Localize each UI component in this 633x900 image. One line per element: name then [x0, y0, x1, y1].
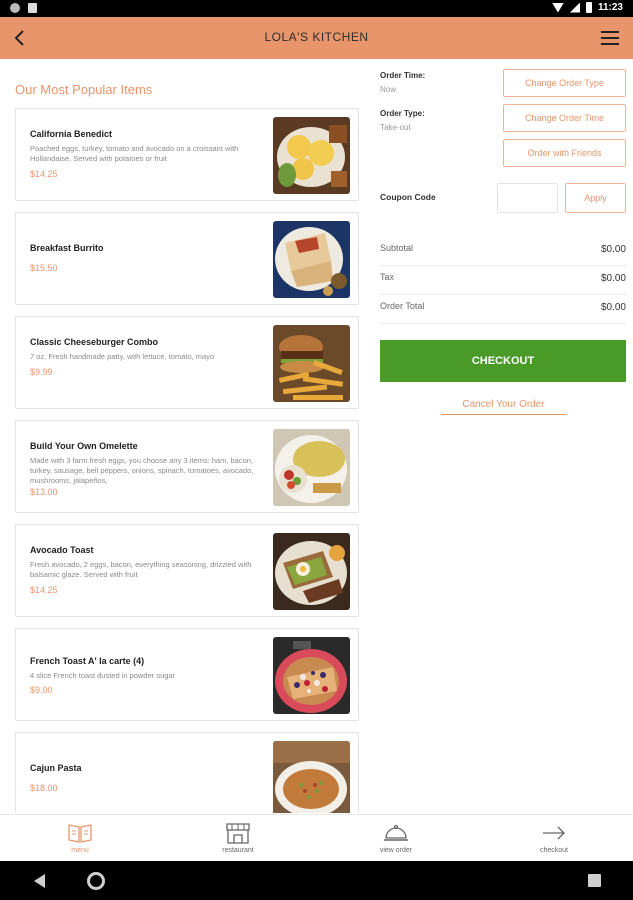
item-price: $13.00	[30, 487, 58, 497]
order-with-friends-button[interactable]: Order with Friends	[503, 139, 626, 167]
sd-card-icon	[28, 3, 37, 13]
cancel-order-link[interactable]: Cancel Your Order	[441, 399, 566, 415]
status-time: 11:23	[597, 2, 623, 13]
app-bar: LOLA'S KITCHEN	[0, 17, 633, 59]
subtotal-label: Subtotal	[380, 243, 414, 253]
menu-item-list[interactable]: California Benedict Poached eggs, turkey…	[15, 108, 359, 813]
storefront-icon	[226, 823, 250, 844]
arrow-right-icon	[543, 826, 565, 840]
coupon-code-input[interactable]	[497, 183, 558, 213]
nav-view-order[interactable]: view order	[351, 815, 441, 862]
wifi-icon	[551, 2, 564, 13]
order-total-row: Order Total $0.00	[380, 295, 626, 324]
system-navigation-bar	[0, 861, 633, 900]
menu-item-cajun-pasta[interactable]: Cajun Pasta $18.00	[15, 732, 359, 813]
nav-label: restaurant	[222, 847, 254, 854]
order-type-label: Order Type:	[380, 109, 425, 118]
benedict-photo	[273, 117, 350, 194]
nav-label: checkout	[539, 847, 569, 854]
system-recents-icon[interactable]	[588, 874, 601, 887]
french-toast-photo	[273, 637, 350, 714]
subtotal-value: $0.00	[600, 244, 626, 255]
item-description: Made with 3 farm fresh eggs, you choose …	[30, 456, 254, 485]
item-description: Fresh avocado, 2 eggs, bacon, everything…	[30, 560, 252, 579]
battery-icon	[585, 2, 592, 13]
order-type-value: Take-out	[380, 123, 411, 132]
item-description: 4 slice French toast dusted in powder su…	[30, 671, 176, 680]
system-back-icon[interactable]	[34, 874, 45, 888]
avocado-toast-photo	[273, 533, 350, 610]
item-price: $14.25	[30, 169, 58, 179]
item-name: French Toast A' la carte (4)	[30, 656, 145, 666]
item-price: $14.25	[30, 585, 58, 595]
status-bar: 11:23	[0, 0, 633, 17]
order-time-label: Order Time:	[380, 71, 426, 80]
nav-label: view order	[379, 847, 413, 854]
order-total-label: Order Total	[380, 301, 425, 311]
cajun-pasta-photo	[273, 741, 350, 813]
order-time-value: Now	[380, 85, 397, 94]
app-title: LOLA'S KITCHEN	[264, 30, 369, 44]
item-name: Cajun Pasta	[30, 763, 82, 773]
nav-restaurant[interactable]: restaurant	[193, 815, 283, 862]
change-order-time-button[interactable]: Change Order Time	[503, 104, 626, 132]
notification-icon	[10, 3, 20, 13]
system-home-icon[interactable]	[87, 872, 105, 890]
cloche-icon	[384, 824, 408, 841]
nav-label: menu	[71, 847, 89, 854]
menu-item-avocado-toast[interactable]: Avocado Toast Fresh avocado, 2 eggs, bac…	[15, 524, 359, 617]
menu-book-icon	[68, 824, 92, 843]
hamburger-menu-icon[interactable]	[601, 31, 619, 45]
nav-menu[interactable]: menu	[35, 815, 125, 862]
item-price: $9.00	[30, 685, 53, 695]
tax-label: Tax	[380, 272, 395, 282]
item-name: Breakfast Burrito	[30, 243, 104, 253]
item-price: $18.00	[30, 783, 58, 793]
item-description: 7 oz. Fresh handmade patty, with lettuce…	[30, 352, 215, 361]
apply-coupon-button[interactable]: Apply	[565, 183, 626, 213]
coupon-code-label: Coupon Code	[380, 192, 436, 202]
tax-row: Tax $0.00	[380, 266, 626, 295]
item-name: Build Your Own Omelette	[30, 441, 138, 451]
order-total-value: $0.00	[600, 302, 626, 313]
bottom-navigation: menu restaurant view order checkout	[0, 814, 633, 861]
section-title: Our Most Popular Items	[15, 82, 153, 97]
cheeseburger-photo	[273, 325, 350, 402]
omelette-photo	[273, 429, 350, 506]
item-name: Classic Cheeseburger Combo	[30, 337, 159, 347]
menu-item-build-your-own-omelette[interactable]: Build Your Own Omelette Made with 3 farm…	[15, 420, 359, 513]
menu-item-french-toast[interactable]: French Toast A' la carte (4) 4 slice Fre…	[15, 628, 359, 721]
nav-checkout[interactable]: checkout	[509, 815, 599, 862]
tax-value: $0.00	[600, 273, 626, 284]
menu-item-classic-cheeseburger-combo[interactable]: Classic Cheeseburger Combo 7 oz. Fresh h…	[15, 316, 359, 409]
menu-item-california-benedict[interactable]: California Benedict Poached eggs, turkey…	[15, 108, 359, 201]
item-description: Poached eggs, turkey, tomato and avocado…	[30, 144, 239, 163]
burrito-photo	[273, 221, 350, 298]
item-price: $9.99	[30, 367, 53, 377]
item-name: California Benedict	[30, 129, 113, 139]
checkout-button[interactable]: CHECKOUT	[380, 340, 626, 382]
menu-item-breakfast-burrito[interactable]: Breakfast Burrito $15.50	[15, 212, 359, 305]
item-name: Avocado Toast	[30, 545, 94, 555]
item-price: $15.50	[30, 263, 58, 273]
subtotal-row: Subtotal $0.00	[380, 237, 626, 266]
signal-icon	[569, 2, 580, 13]
change-order-type-button[interactable]: Change Order Type	[503, 69, 626, 97]
